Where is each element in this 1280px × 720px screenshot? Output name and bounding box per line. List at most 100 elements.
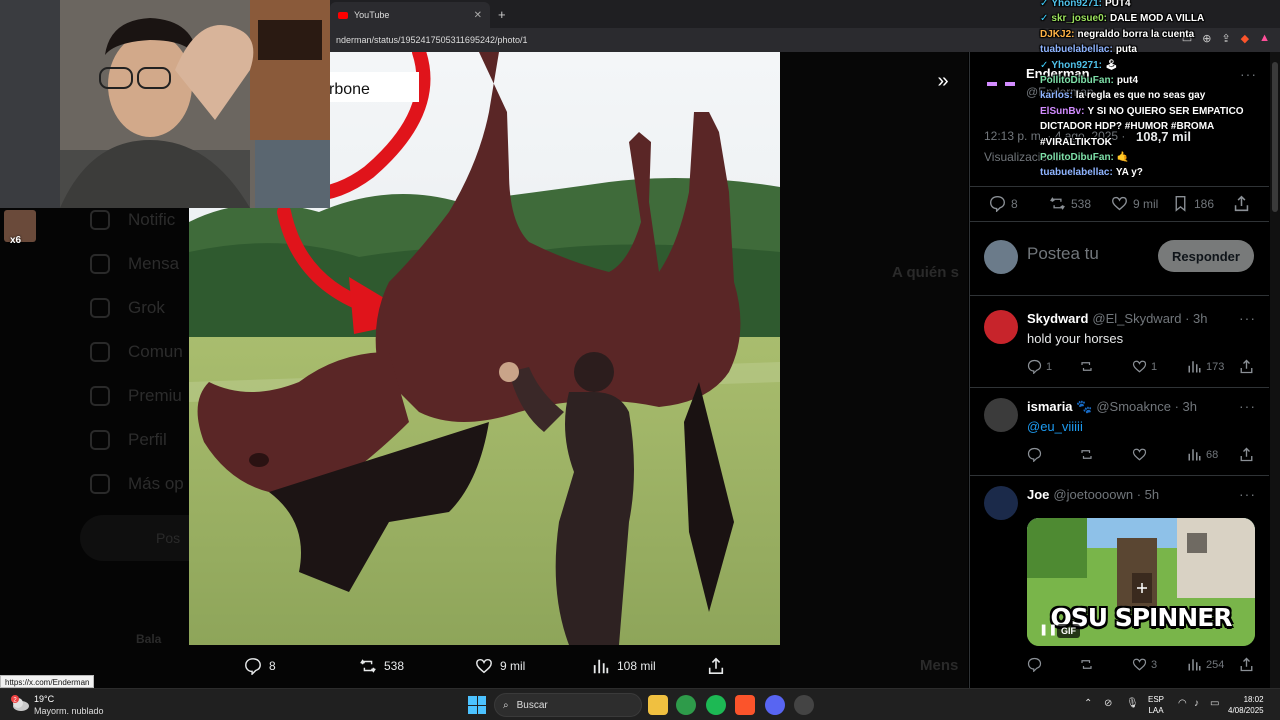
photo-views-action[interactable]: 108 mil xyxy=(592,657,656,675)
nav-profile[interactable]: Perfil xyxy=(90,430,167,450)
chat-text: YA y? xyxy=(1115,167,1143,179)
nav-communities[interactable]: Comun xyxy=(90,342,183,362)
tray-network-off-icon[interactable]: ⊘ xyxy=(1104,698,1112,709)
chat-username: PollitoDibuFan: xyxy=(1040,75,1114,87)
chrome-icon[interactable] xyxy=(676,695,696,715)
stream-chat-overlay: ✓ Yhon9271: PUT4 ✓ skr_josue0: DALE MOD A VIL… xyxy=(1040,0,1280,181)
chat-text: DALE MOD A VILLA xyxy=(1109,13,1205,25)
new-tab-button[interactable]: + xyxy=(498,7,506,22)
wifi-icon[interactable]: ◠ xyxy=(1178,698,1187,709)
reply-author[interactable]: ismaria 🐾 @Smoaknce · 3h xyxy=(1027,399,1197,415)
nav-grok[interactable]: Grok xyxy=(90,298,165,318)
author-avatar[interactable] xyxy=(984,68,1018,102)
reply-share-action[interactable] xyxy=(1239,657,1254,672)
reply-avatar[interactable] xyxy=(984,398,1018,432)
reply-mention-link[interactable]: @eu_viiiii xyxy=(1027,419,1083,434)
reply-more-button[interactable]: ··· xyxy=(1239,398,1256,414)
people-icon xyxy=(90,342,110,362)
weather-desc[interactable]: Mayorm. nublado xyxy=(34,706,104,716)
discord-icon[interactable] xyxy=(765,695,785,715)
tray-chevron-icon[interactable]: ⌃ xyxy=(1084,698,1092,709)
reply-like-action[interactable]: 1 xyxy=(1132,359,1157,374)
taskbar-search[interactable]: ⌕ Buscar xyxy=(494,693,642,717)
photo-repost-action[interactable]: 538 xyxy=(359,657,404,675)
volume-icon[interactable]: ♪ xyxy=(1194,698,1199,709)
reply-avatar[interactable] xyxy=(984,310,1018,344)
reply-reply-action[interactable]: 1 xyxy=(1027,359,1052,374)
file-explorer-icon[interactable] xyxy=(648,695,668,715)
dim-bottom-user: Bala xyxy=(136,632,162,646)
chat-message: ✓ skr_josue0: DALE MOD A VILLA xyxy=(1040,11,1280,26)
photo-caption-text: rbone xyxy=(329,81,370,98)
post-like-stat[interactable]: 9 mil xyxy=(1111,195,1158,212)
chat-message: #VIRALTIKTOK xyxy=(1040,135,1280,150)
chat-username: tuabuelabellac: xyxy=(1040,44,1113,56)
post-reply-stat[interactable]: 8 xyxy=(989,195,1018,212)
chat-text: negraldo borra la cuenta xyxy=(1077,28,1195,40)
reply-button[interactable]: Responder xyxy=(1158,240,1254,272)
cloud-icon[interactable]: 2 xyxy=(10,695,30,713)
chat-message: tuabuelabellac: puta xyxy=(1040,42,1280,57)
windows-start-icon[interactable] xyxy=(468,696,486,714)
photo-share-action[interactable] xyxy=(707,657,725,675)
chat-message: DJKJ2: negraldo borra la cuenta xyxy=(1040,27,1280,42)
heart-icon xyxy=(1132,360,1147,373)
photo-like-action[interactable]: 9 mil xyxy=(475,657,525,675)
reply-views-action[interactable]: 173 xyxy=(1187,359,1224,374)
reply-author[interactable]: Skydward @El_Skydward · 3h xyxy=(1027,311,1208,326)
reply-item[interactable]: Joe @joetoooown · 5h ··· OSU SPINNER ❚❚ G… xyxy=(969,476,1269,688)
nav-messages[interactable]: Mensa xyxy=(90,254,179,274)
tab-close-icon[interactable]: ✕ xyxy=(474,10,482,21)
reply-icon xyxy=(1027,359,1042,374)
nav-premium[interactable]: Premiu xyxy=(90,386,182,406)
bookmark-icon xyxy=(1175,196,1186,212)
reply-like-action[interactable]: 3 xyxy=(1132,657,1157,672)
post-share-stat[interactable] xyxy=(1233,195,1250,212)
reply-icon xyxy=(990,196,1005,212)
post-bookmark-stat[interactable]: 186 xyxy=(1172,195,1214,212)
reply-reply-action[interactable] xyxy=(1027,447,1046,462)
reply-views-action[interactable]: 254 xyxy=(1187,657,1224,672)
reply-item[interactable]: ismaria 🐾 @Smoaknce · 3h ··· @eu_viiiii 6… xyxy=(969,388,1269,476)
reply-author[interactable]: Joe @joetoooown · 5h xyxy=(1027,487,1159,502)
reply-views-action[interactable]: 68 xyxy=(1187,447,1218,462)
brave-browser-icon[interactable] xyxy=(735,695,755,715)
photo-reply-action[interactable]: 8 xyxy=(244,657,276,675)
browser-tab[interactable]: YouTube ✕ xyxy=(330,2,490,28)
gif-pause-button[interactable]: ❚❚ xyxy=(1039,623,1057,636)
spotify-icon[interactable] xyxy=(706,695,726,715)
reply-share-action[interactable] xyxy=(1239,359,1254,374)
chat-text: put4 xyxy=(1116,75,1138,87)
reply-repost-action[interactable] xyxy=(1079,657,1094,672)
chat-message: ✓ Yhon9271: PUT4 xyxy=(1040,0,1280,11)
reply-more-button[interactable]: ··· xyxy=(1239,486,1256,502)
expand-panel-button[interactable]: » xyxy=(928,66,958,96)
reply-avatar[interactable] xyxy=(984,486,1018,520)
reply-share-action[interactable] xyxy=(1239,447,1254,462)
nav-more[interactable]: Más op xyxy=(90,474,184,494)
reply-input[interactable]: Postea tu xyxy=(1027,244,1099,264)
reply-gif[interactable]: OSU SPINNER ❚❚ GIF xyxy=(1027,518,1255,646)
reply-item[interactable]: Skydward @El_Skydward · 3h ··· hold your … xyxy=(969,300,1269,388)
nav-notifications[interactable]: Notific xyxy=(90,210,175,230)
reply-icon xyxy=(1027,657,1042,672)
taskbar-clock[interactable]: 18:02 4/08/2025 xyxy=(1228,694,1264,716)
chat-message: DICTADOR HDP? #HUMOR #BROMA xyxy=(1040,119,1280,134)
reply-reply-action[interactable] xyxy=(1027,657,1046,672)
battery-icon[interactable]: ▭ xyxy=(1210,698,1219,709)
gif-badge: GIF xyxy=(1057,624,1080,638)
post-repost-stat[interactable]: 538 xyxy=(1049,195,1091,212)
weather-temp[interactable]: 19°C xyxy=(34,694,54,704)
reply-repost-action[interactable] xyxy=(1079,447,1094,462)
reply-repost-action[interactable] xyxy=(1079,359,1094,374)
reply-like-action[interactable] xyxy=(1132,447,1151,462)
tray-mic-icon[interactable]: 🎙 xyxy=(1126,698,1139,709)
chat-message: ✓ Yhon9271: 🕹 xyxy=(1040,58,1280,73)
heart-icon xyxy=(476,658,492,674)
language-indicator[interactable]: ESP LAA xyxy=(1148,694,1164,716)
reply-more-button[interactable]: ··· xyxy=(1239,310,1256,326)
reply-text: hold your horses xyxy=(1027,331,1124,346)
url-text[interactable]: nderman/status/1952417505311695242/photo… xyxy=(336,35,528,45)
user-avatar[interactable] xyxy=(984,240,1018,274)
obs-icon[interactable] xyxy=(794,695,814,715)
